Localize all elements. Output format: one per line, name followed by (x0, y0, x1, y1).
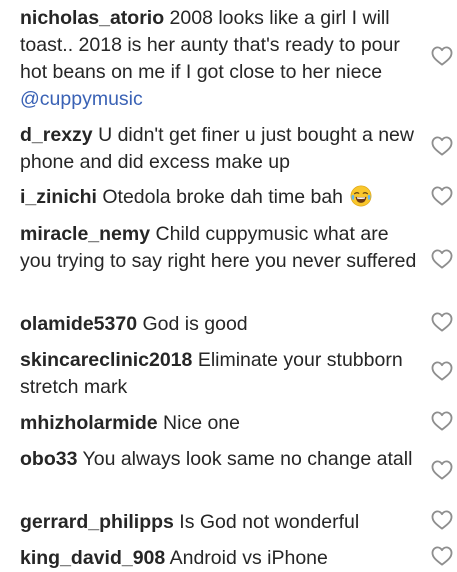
like-heart-icon[interactable] (431, 46, 453, 66)
comment-item: miracle_nemy Child cuppymusic what are y… (20, 221, 457, 275)
comments-list: nicholas_atorio 2008 looks like a girl I… (0, 0, 457, 572)
comment-username[interactable]: gerrard_philipps (20, 511, 174, 533)
comment-body: Android vs iPhone (169, 547, 328, 569)
comment-body: Otedola broke dah time bah (102, 186, 344, 208)
comment-text: mhizholarmide Nice one (20, 410, 420, 437)
like-heart-icon[interactable] (431, 546, 453, 566)
comment-item: d_rexzy U didn't get finer u just bought… (20, 122, 457, 176)
comment-item: olamide5370 God is good (20, 311, 457, 338)
like-heart-icon[interactable] (431, 510, 453, 530)
comment-item: mhizholarmide Nice one (20, 410, 457, 437)
comment-body: Nice one (163, 412, 240, 434)
comment-body: Is God not wonderful (179, 511, 360, 533)
comment-username[interactable]: d_rexzy (20, 124, 93, 146)
comment-username[interactable]: skincareclinic2018 (20, 349, 192, 371)
comment-username[interactable]: king_david_908 (20, 547, 165, 569)
comment-item: i_zinichi Otedola broke dah time bah (20, 184, 457, 211)
comment-text: nicholas_atorio 2008 looks like a girl I… (20, 5, 420, 113)
comment-text: obo33 You always look same no change ata… (20, 446, 420, 473)
comment-item: gerrard_philipps Is God not wonderful (20, 509, 457, 536)
comment-text: gerrard_philipps Is God not wonderful (20, 509, 420, 536)
comment-text: i_zinichi Otedola broke dah time bah (20, 184, 420, 211)
comment-item: obo33 You always look same no change ata… (20, 446, 457, 473)
comment-username[interactable]: obo33 (20, 448, 77, 470)
comment-username[interactable]: olamide5370 (20, 313, 137, 335)
comment-text: skincareclinic2018 Eliminate your stubbo… (20, 347, 420, 401)
like-heart-icon[interactable] (431, 361, 453, 381)
comment-text: miracle_nemy Child cuppymusic what are y… (20, 221, 420, 275)
like-heart-icon[interactable] (431, 249, 453, 269)
like-heart-icon[interactable] (431, 186, 453, 206)
comment-item: skincareclinic2018 Eliminate your stubbo… (20, 347, 457, 401)
comment-text: d_rexzy U didn't get finer u just bought… (20, 122, 420, 176)
comment-body: God is good (142, 313, 248, 335)
face-with-tears-of-joy-icon (350, 185, 372, 207)
comment-text: king_david_908 Android vs iPhone (20, 545, 420, 572)
comment-username[interactable]: miracle_nemy (20, 223, 150, 245)
comment-item: king_david_908 Android vs iPhone (20, 545, 457, 572)
comment-body: You always look same no change atall (82, 448, 413, 470)
like-heart-icon[interactable] (431, 312, 453, 332)
like-heart-icon[interactable] (431, 460, 453, 480)
comment-username[interactable]: nicholas_atorio (20, 7, 164, 29)
comment-text: olamide5370 God is good (20, 311, 420, 338)
comment-mention[interactable]: @cuppymusic (20, 88, 143, 110)
comment-username[interactable]: i_zinichi (20, 186, 97, 208)
comment-item: nicholas_atorio 2008 looks like a girl I… (20, 5, 457, 113)
comment-username[interactable]: mhizholarmide (20, 412, 158, 434)
like-heart-icon[interactable] (431, 411, 453, 431)
like-heart-icon[interactable] (431, 136, 453, 156)
